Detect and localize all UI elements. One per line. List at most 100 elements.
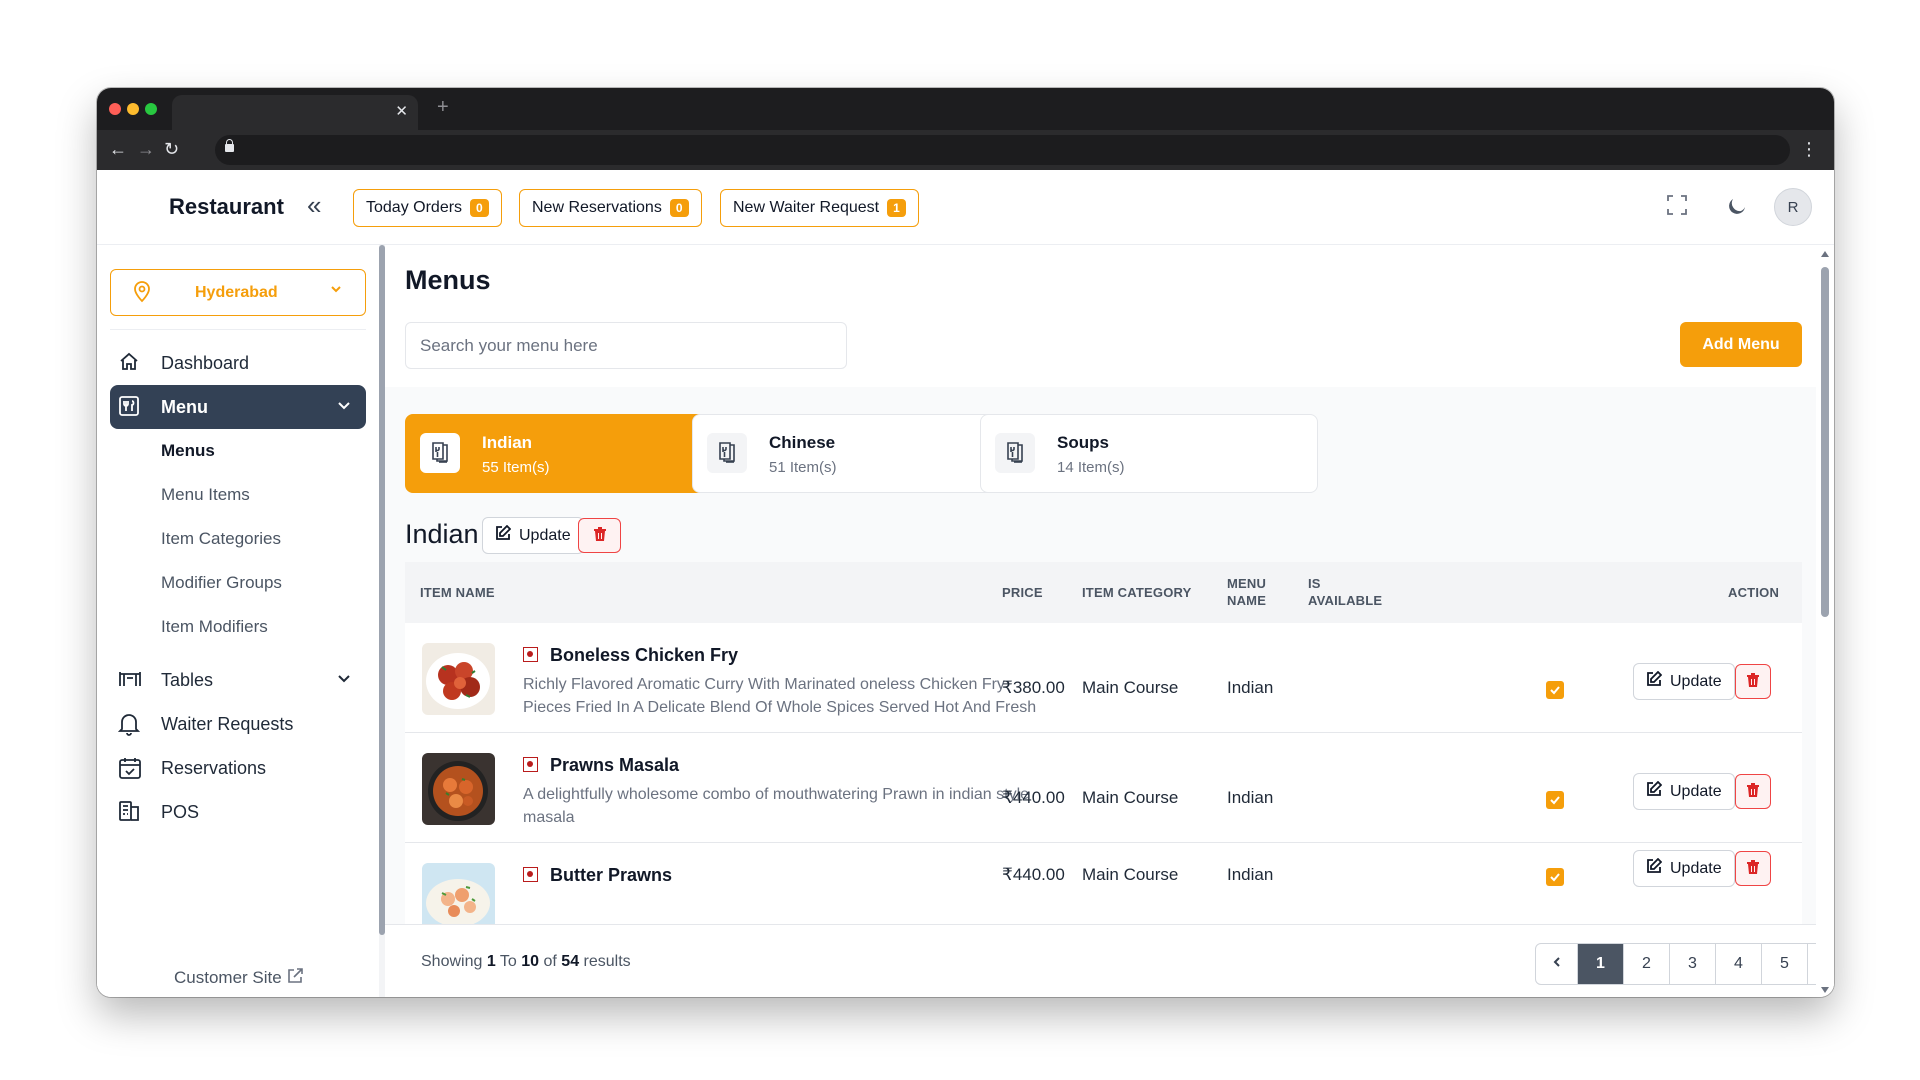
dark-mode-icon[interactable] bbox=[1726, 194, 1748, 221]
location-selector[interactable]: Hyderabad bbox=[110, 269, 366, 316]
showing-from: 1 bbox=[486, 953, 496, 970]
main-scrollbar[interactable] bbox=[1816, 245, 1834, 997]
th-menu-name-line1: MENU bbox=[1227, 576, 1267, 591]
browser-menu-icon[interactable]: ⋮ bbox=[1800, 139, 1818, 159]
update-label: Update bbox=[1670, 672, 1722, 690]
delete-item-button[interactable] bbox=[1735, 774, 1771, 809]
delete-menu-button[interactable] bbox=[578, 518, 621, 553]
update-label: Update bbox=[519, 526, 571, 544]
sidebar-subitem-menu-items[interactable]: Menu Items bbox=[161, 485, 250, 505]
sidebar: Hyderabad Dashboard Menu Menus Menu Item… bbox=[97, 245, 379, 997]
reload-icon[interactable]: ↻ bbox=[164, 139, 179, 159]
sidebar-item-label: Reservations bbox=[161, 758, 267, 778]
update-item-button[interactable]: Update bbox=[1633, 850, 1735, 887]
sidebar-subitem-modifier-groups[interactable]: Modifier Groups bbox=[161, 573, 282, 593]
sidebar-item-label: Waiter Requests bbox=[161, 714, 294, 734]
pos-terminal-icon bbox=[118, 800, 142, 824]
sidebar-item-reservations[interactable]: Reservations bbox=[110, 746, 366, 790]
showing-to-word: To bbox=[499, 953, 517, 970]
page-button-1[interactable]: 1 bbox=[1578, 944, 1624, 984]
page-button-5[interactable]: 5 bbox=[1762, 944, 1808, 984]
table-row[interactable]: Boneless Chicken Fry Richly Flavored Aro… bbox=[405, 623, 1802, 733]
showing-to: 10 bbox=[521, 953, 540, 970]
url-field[interactable] bbox=[215, 135, 1790, 165]
table-icon bbox=[118, 668, 142, 692]
new-tab-button[interactable]: + bbox=[437, 96, 449, 119]
add-menu-button[interactable]: Add Menu bbox=[1680, 322, 1802, 367]
trash-icon bbox=[1746, 782, 1760, 801]
update-item-button[interactable]: Update bbox=[1633, 663, 1735, 700]
customer-site-label: Customer Site bbox=[174, 968, 282, 987]
table-row[interactable]: Prawns Masala A delightfully wholesome c… bbox=[405, 733, 1802, 843]
location-pin-icon bbox=[133, 281, 151, 308]
fullscreen-icon[interactable] bbox=[1666, 194, 1688, 221]
page-button-6[interactable]: 6 bbox=[1808, 944, 1816, 984]
showing-prefix: Showing bbox=[421, 953, 483, 970]
external-link-icon bbox=[286, 968, 304, 987]
page-button-3[interactable]: 3 bbox=[1670, 944, 1716, 984]
scroll-up-icon[interactable] bbox=[1821, 251, 1829, 257]
sidebar-subitem-item-categories[interactable]: Item Categories bbox=[161, 529, 281, 549]
sidebar-item-pos[interactable]: POS bbox=[110, 790, 366, 834]
table-row[interactable]: Butter Prawns ₹440.00 Main Course Indian… bbox=[405, 843, 1802, 924]
browser-window: ✕ + ← → ↻ ⋮ Restaurant « Today Orders 0 … bbox=[97, 88, 1834, 997]
location-name: Hyderabad bbox=[195, 284, 278, 301]
delete-item-button[interactable] bbox=[1735, 664, 1771, 699]
sidebar-item-waiter-requests[interactable]: Waiter Requests bbox=[110, 702, 366, 746]
menu-book-icon bbox=[420, 433, 460, 473]
chevron-down-icon bbox=[329, 282, 343, 301]
customer-site-link[interactable]: Customer Site bbox=[174, 967, 304, 988]
menu-card-icon bbox=[118, 395, 142, 419]
back-icon[interactable]: ← bbox=[109, 139, 127, 159]
scroll-down-icon[interactable] bbox=[1821, 987, 1829, 993]
browser-tab[interactable]: ✕ bbox=[172, 95, 418, 130]
table-header: ITEM NAME PRICE ITEM CATEGORY MENU NAME … bbox=[405, 562, 1802, 623]
maximize-window-button[interactable] bbox=[145, 103, 157, 115]
sidebar-subitem-item-modifiers[interactable]: Item Modifiers bbox=[161, 617, 268, 637]
user-avatar[interactable]: R bbox=[1774, 188, 1812, 226]
item-menu-name: Indian bbox=[1227, 865, 1274, 884]
sidebar-item-menu[interactable]: Menu bbox=[110, 385, 366, 429]
page-title: Menus bbox=[405, 265, 491, 295]
th-is-available-line1: IS bbox=[1308, 576, 1321, 591]
today-orders-button[interactable]: Today Orders 0 bbox=[353, 189, 502, 227]
sidebar-item-label: POS bbox=[161, 802, 200, 822]
top-bar: Restaurant « Today Orders 0 New Reservat… bbox=[97, 170, 1834, 245]
is-available-checkbox[interactable] bbox=[1546, 681, 1564, 699]
main-content: Menus Add Menu Indian 55 Item(s) Chinese… bbox=[385, 245, 1816, 997]
new-reservations-button[interactable]: New Reservations 0 bbox=[519, 189, 702, 227]
forward-icon[interactable]: → bbox=[137, 139, 155, 159]
item-name: Butter Prawns bbox=[550, 865, 673, 885]
delete-item-button[interactable] bbox=[1735, 851, 1771, 886]
update-label: Update bbox=[1670, 782, 1722, 800]
menu-book-icon bbox=[707, 433, 747, 473]
sidebar-subitem-menus[interactable]: Menus bbox=[161, 441, 215, 461]
minimize-window-button[interactable] bbox=[127, 103, 139, 115]
close-window-button[interactable] bbox=[109, 103, 121, 115]
non-veg-indicator-icon bbox=[523, 647, 538, 662]
sidebar-item-tables[interactable]: Tables bbox=[110, 658, 366, 702]
update-menu-button[interactable]: Update bbox=[482, 517, 584, 554]
collapse-sidebar-icon[interactable]: « bbox=[307, 190, 321, 221]
menu-items-table: ITEM NAME PRICE ITEM CATEGORY MENU NAME … bbox=[405, 562, 1802, 924]
new-waiter-request-button[interactable]: New Waiter Request 1 bbox=[720, 189, 919, 227]
update-item-button[interactable]: Update bbox=[1633, 773, 1735, 810]
is-available-checkbox[interactable] bbox=[1546, 868, 1564, 886]
main-scrollbar-thumb[interactable] bbox=[1821, 267, 1829, 617]
page-button-2[interactable]: 2 bbox=[1624, 944, 1670, 984]
new-waiter-request-count: 1 bbox=[887, 199, 906, 217]
sidebar-item-dashboard[interactable]: Dashboard bbox=[110, 341, 366, 385]
is-available-checkbox[interactable] bbox=[1546, 791, 1564, 809]
th-item-category: ITEM CATEGORY bbox=[1082, 585, 1192, 600]
edit-icon bbox=[1646, 857, 1663, 879]
page-button-4[interactable]: 4 bbox=[1716, 944, 1762, 984]
menu-search-input[interactable] bbox=[405, 322, 847, 369]
chevron-left-icon bbox=[1551, 955, 1563, 973]
item-menu-name: Indian bbox=[1227, 678, 1274, 697]
th-action: ACTION bbox=[1728, 585, 1780, 600]
browser-address-bar: ← → ↻ ⋮ bbox=[97, 130, 1834, 170]
menu-card-name: Chinese bbox=[769, 433, 836, 452]
menu-card-soups[interactable]: Soups 14 Item(s) bbox=[980, 414, 1318, 493]
close-tab-icon[interactable]: ✕ bbox=[395, 103, 408, 121]
prev-page-button[interactable] bbox=[1536, 944, 1578, 984]
